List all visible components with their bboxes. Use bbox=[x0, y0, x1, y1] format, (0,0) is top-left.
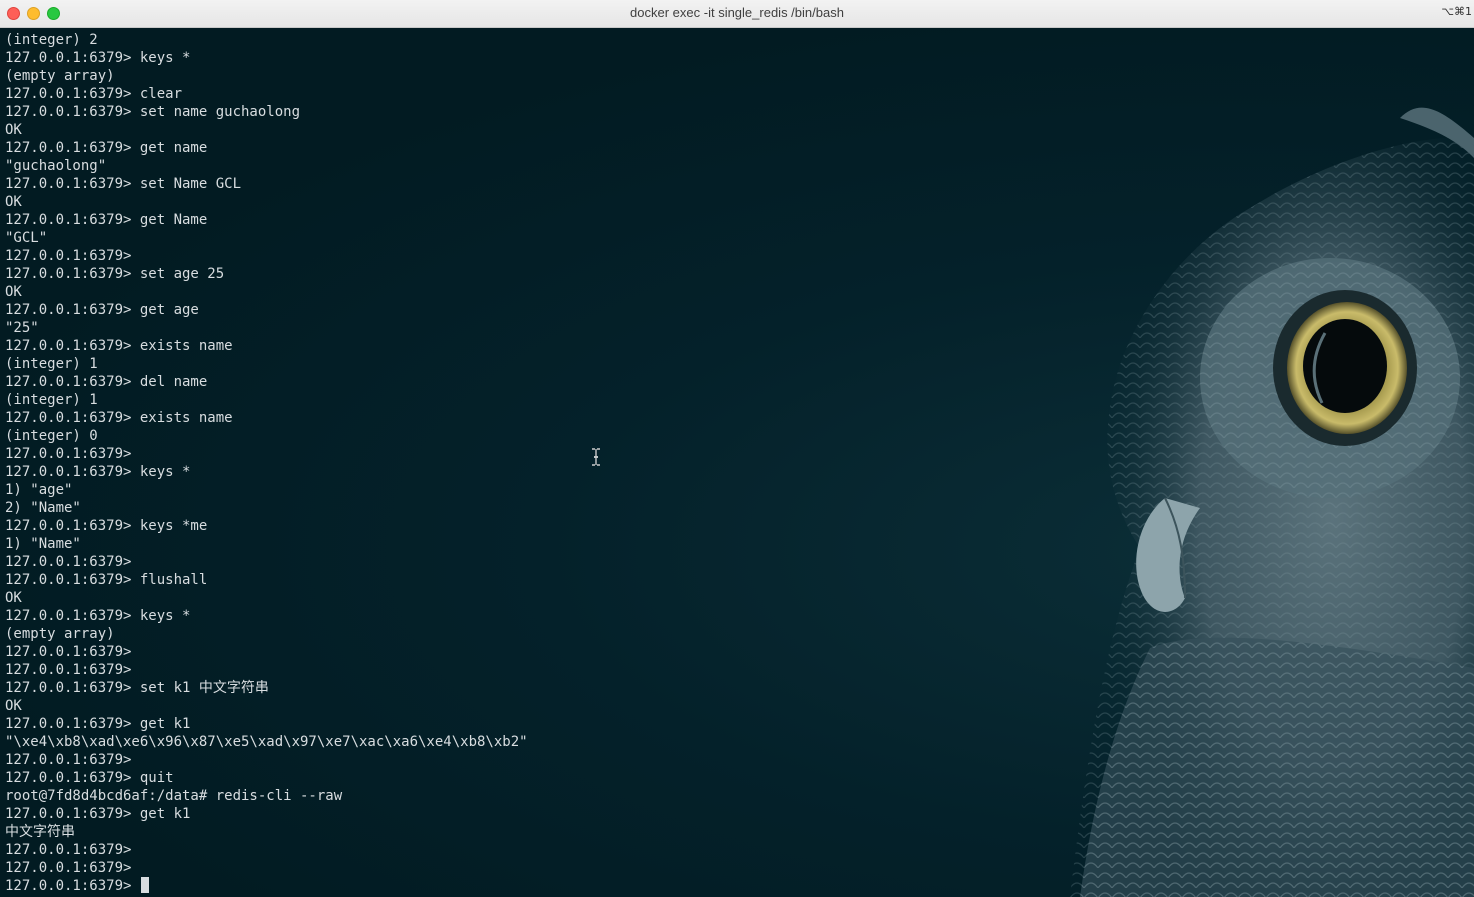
terminal-line: 中文字符串 bbox=[5, 824, 75, 840]
terminal-line: 127.0.0.1:6379> keys * bbox=[5, 608, 191, 624]
terminal-line: "\xe4\xb8\xad\xe6\x96\x87\xe5\xad\x97\xe… bbox=[5, 734, 528, 750]
terminal-prompt-line[interactable]: 127.0.0.1:6379> bbox=[5, 877, 528, 895]
terminal-line: OK bbox=[5, 698, 22, 714]
terminal-line: 2) "Name" bbox=[5, 500, 81, 516]
terminal-line: OK bbox=[5, 122, 22, 138]
terminal-line: 127.0.0.1:6379> get age bbox=[5, 302, 199, 318]
terminal-line: (integer) 0 bbox=[5, 428, 98, 444]
terminal-line: 127.0.0.1:6379> bbox=[5, 446, 132, 462]
terminal-line: 127.0.0.1:6379> clear bbox=[5, 86, 183, 102]
terminal-line: "GCL" bbox=[5, 230, 48, 246]
terminal-line: 127.0.0.1:6379> bbox=[5, 662, 132, 678]
terminal-line: 127.0.0.1:6379> flushall bbox=[5, 572, 208, 588]
terminal-line: 127.0.0.1:6379> keys * bbox=[5, 50, 191, 66]
terminal-line: 127.0.0.1:6379> get Name bbox=[5, 212, 208, 228]
terminal-line: 127.0.0.1:6379> get name bbox=[5, 140, 208, 156]
window-title: docker exec -it single_redis /bin/bash bbox=[630, 5, 844, 20]
text-cursor bbox=[140, 877, 149, 893]
terminal-line: (integer) 1 bbox=[5, 356, 98, 372]
tab-shortcut-hint: ⌥⌘1 bbox=[1441, 5, 1472, 18]
terminal-line: root@7fd8d4bcd6af:/data# redis-cli --raw bbox=[5, 788, 343, 804]
terminal-line: 127.0.0.1:6379> del name bbox=[5, 374, 208, 390]
terminal-line: OK bbox=[5, 284, 22, 300]
terminal-line: 1) "Name" bbox=[5, 536, 81, 552]
terminal-line: 127.0.0.1:6379> exists name bbox=[5, 410, 233, 426]
terminal-line: "guchaolong" bbox=[5, 158, 107, 174]
terminal-line: 127.0.0.1:6379> keys * bbox=[5, 464, 191, 480]
terminal-line: OK bbox=[5, 590, 22, 606]
terminal-line: (integer) 1 bbox=[5, 392, 98, 408]
terminal-line: "25" bbox=[5, 320, 39, 336]
terminal-line: 127.0.0.1:6379> set k1 中文字符串 bbox=[5, 680, 269, 696]
terminal-line: 127.0.0.1:6379> set name guchaolong bbox=[5, 104, 301, 120]
terminal-line: 127.0.0.1:6379> set age 25 bbox=[5, 266, 225, 282]
terminal-line: 127.0.0.1:6379> quit bbox=[5, 770, 174, 786]
terminal-window: docker exec -it single_redis /bin/bash ⌥… bbox=[0, 0, 1474, 897]
terminal-line: 127.0.0.1:6379> bbox=[5, 860, 132, 876]
terminal-line: (empty array) bbox=[5, 626, 115, 642]
terminal-line: (integer) 2 bbox=[5, 32, 98, 48]
terminal-line: 127.0.0.1:6379> exists name bbox=[5, 338, 233, 354]
terminal-line: 127.0.0.1:6379> bbox=[5, 248, 132, 264]
terminal-output: (integer) 2 127.0.0.1:6379> keys * (empty … bbox=[5, 31, 528, 895]
terminal-line: 127.0.0.1:6379> keys *me bbox=[5, 518, 208, 534]
owl-icon bbox=[1070, 107, 1474, 897]
terminal-line: 127.0.0.1:6379> bbox=[5, 752, 132, 768]
prompt-text: 127.0.0.1:6379> bbox=[5, 878, 140, 894]
terminal-line: (empty array) bbox=[5, 68, 115, 84]
terminal-line: 127.0.0.1:6379> get k1 bbox=[5, 716, 191, 732]
terminal-line: 127.0.0.1:6379> bbox=[5, 842, 132, 858]
terminal-line: 127.0.0.1:6379> bbox=[5, 644, 132, 660]
terminal-content[interactable]: (integer) 2 127.0.0.1:6379> keys * (empty … bbox=[0, 28, 1474, 897]
terminal-line: 127.0.0.1:6379> bbox=[5, 554, 132, 570]
ibeam-cursor-icon bbox=[592, 448, 600, 466]
title-bar[interactable]: docker exec -it single_redis /bin/bash ⌥… bbox=[0, 0, 1474, 28]
terminal-line: 127.0.0.1:6379> get k1 bbox=[5, 806, 191, 822]
terminal-line: OK bbox=[5, 194, 22, 210]
terminal-line: 127.0.0.1:6379> set Name GCL bbox=[5, 176, 242, 192]
terminal-line: 1) "age" bbox=[5, 482, 73, 498]
